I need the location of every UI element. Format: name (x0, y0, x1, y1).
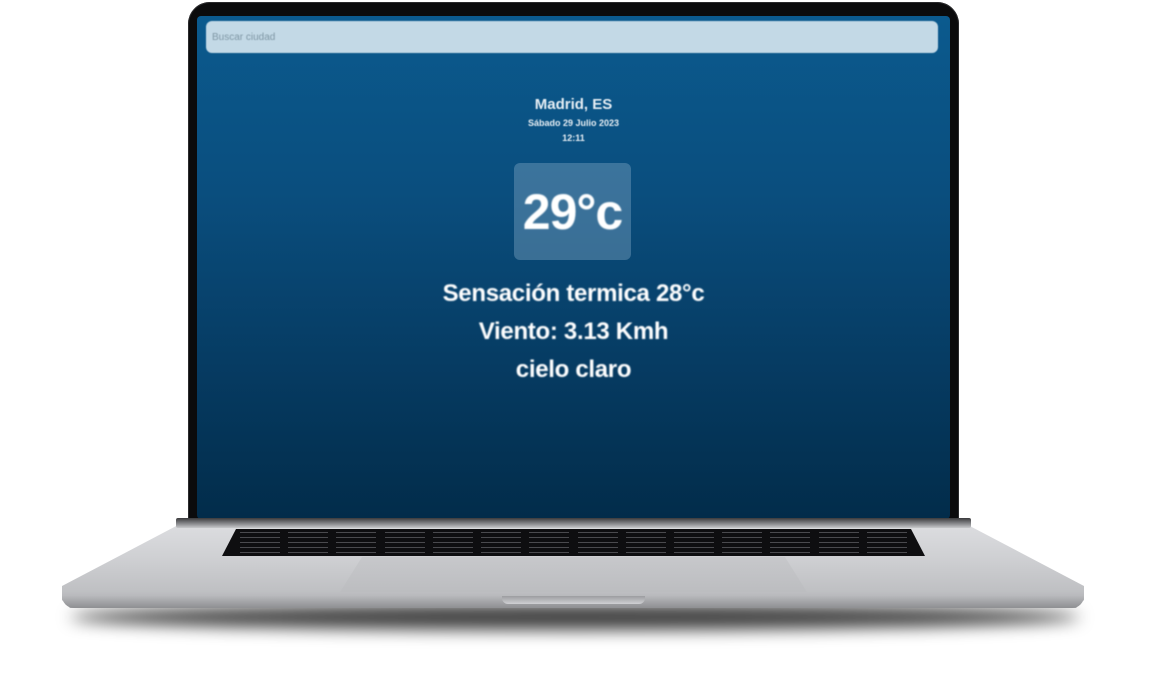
weather-description: cielo claro (515, 356, 632, 383)
laptop-screen: Madrid, ES Sábado 29 Julio 2023 12:11 29… (197, 16, 950, 519)
current-time: 12:11 (562, 133, 585, 143)
feels-like-text: Sensación termica 28°c (442, 280, 705, 307)
keyboard (222, 529, 925, 556)
key-row (222, 550, 925, 555)
laptop-hinge (176, 518, 971, 528)
temperature-card: 29°c (514, 163, 631, 260)
location-name: Madrid, ES (534, 96, 613, 113)
lid-opening-notch (502, 596, 645, 604)
city-search-input[interactable] (206, 21, 938, 53)
current-date: Sábado 29 Julio 2023 (527, 118, 620, 128)
weather-app: Madrid, ES Sábado 29 Julio 2023 12:11 29… (197, 16, 950, 519)
wind-speed-text: Viento: 3.13 Kmh (478, 318, 669, 345)
temperature-value: 29°c (522, 183, 623, 240)
trackpad (340, 557, 807, 592)
laptop-mockup: Madrid, ES Sábado 29 Julio 2023 12:11 29… (0, 0, 1159, 695)
